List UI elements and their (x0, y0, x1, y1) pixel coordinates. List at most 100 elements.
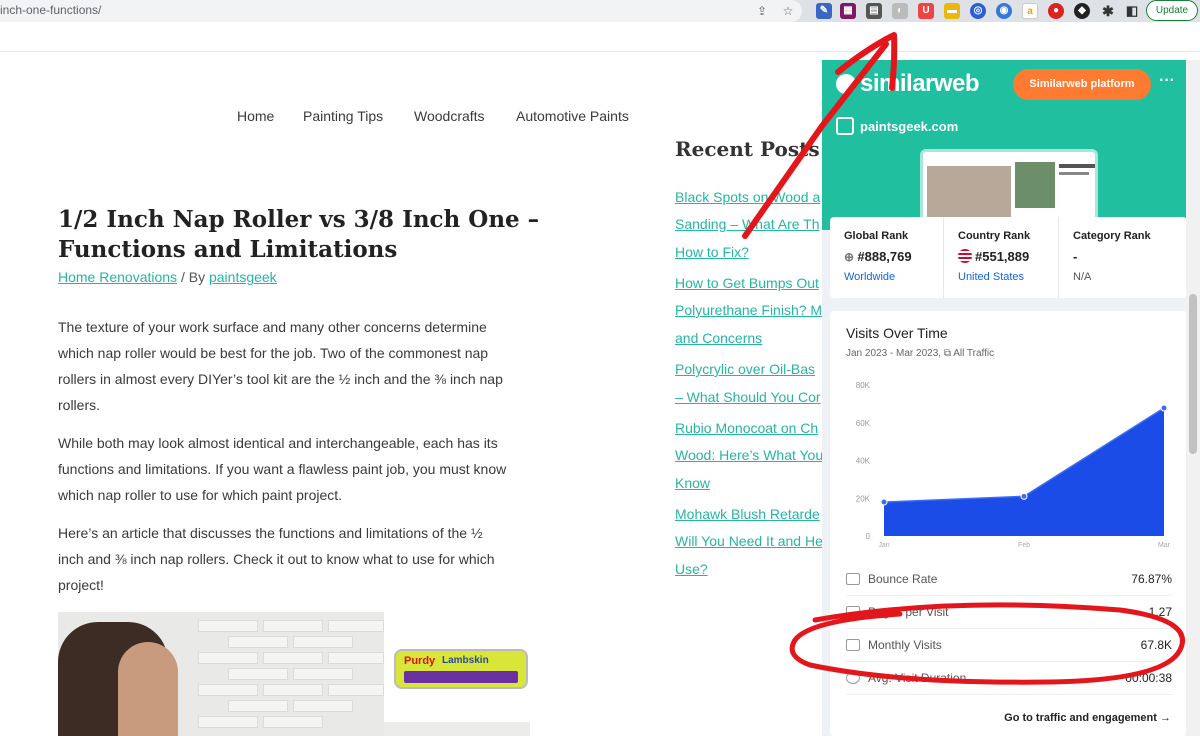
update-button[interactable]: Update (1146, 0, 1198, 21)
trend-icon (846, 573, 860, 585)
rank-sub: N/A (1073, 271, 1092, 283)
similarweb-extension-icon[interactable]: ◐ (892, 3, 908, 19)
rank-sub-link[interactable]: United States (958, 271, 1024, 283)
metric-bounce-rate: Bounce Rate 76.87% (846, 566, 1172, 596)
extension-icon-5[interactable]: ▬ (944, 3, 960, 19)
x-tick-label: Mar (1158, 542, 1171, 549)
similarweb-header: similarweb Similarweb platform ··· paint… (822, 60, 1200, 230)
visits-date-range: Jan 2023 - Mar 2023, (846, 348, 942, 359)
us-flag-icon (958, 249, 972, 263)
recent-post-link[interactable]: Know (675, 475, 710, 491)
recent-post-link[interactable]: Mohawk Blush Retarde (675, 506, 820, 522)
recent-post-link[interactable]: Polyurethane Finish? M (675, 302, 822, 318)
recent-post-link[interactable]: Rubio Monocoat on Ch (675, 420, 818, 436)
paragraph-line: functions and limitations. If you want a… (58, 461, 507, 477)
extension-icon-6[interactable]: ◎ (970, 3, 986, 19)
nav-item-woodcrafts[interactable]: Woodcrafts (414, 108, 485, 124)
recent-post-link[interactable]: How to Fix? (675, 244, 749, 260)
brick (228, 668, 288, 680)
brick (263, 620, 323, 632)
category-rank: Category Rank - N/A (1058, 217, 1187, 298)
thumbnail-image (1015, 162, 1055, 208)
traffic-filter[interactable]: All Traffic (953, 348, 994, 359)
paragraph-line: which nap roller would be best for the j… (58, 345, 489, 361)
extension-icon-9[interactable]: ● (1048, 3, 1064, 19)
url-text[interactable]: inch-one-functions/ (0, 3, 101, 17)
metric-avg-visit-duration: Avg. Visit Duration 00:00:38 (846, 665, 1172, 695)
scrollbar[interactable] (1186, 60, 1200, 736)
article-meta: Home Renovations / By paintsgeek (58, 269, 277, 285)
similarweb-logo-icon (836, 74, 856, 94)
brick (328, 684, 384, 696)
rank-sub-link[interactable]: Worldwide (844, 271, 895, 283)
brick (328, 620, 384, 632)
similarweb-logo-text: similarweb (860, 70, 980, 97)
roller-name: Lambskin (442, 655, 489, 666)
extension-icon-u[interactable]: U (918, 3, 934, 19)
article-paragraph: The texture of your work surface and man… (58, 314, 538, 418)
recent-post-link[interactable]: Sanding – What Are Th (675, 216, 820, 232)
metric-value: 00:00:38 (1125, 671, 1172, 685)
recent-posts-heading: Recent Posts (675, 137, 820, 161)
traffic-engagement-link[interactable]: Go to traffic and engagement → (1004, 712, 1171, 724)
recent-post-link[interactable]: Polycrylic over Oil-Bas (675, 361, 815, 377)
paragraph-line: rollers in almost every DIYer’s tool kit… (58, 371, 503, 387)
global-rank: Global Rank ⊕ #888,769 Worldwide (830, 217, 943, 298)
brick (228, 700, 288, 712)
similarweb-logo: similarweb (836, 70, 980, 98)
recent-post-link[interactable]: Wood: Here’s What You (675, 447, 823, 463)
extension-icon-10[interactable]: ◆ (1074, 3, 1090, 19)
nav-item-automotive-paints[interactable]: Automotive Paints (516, 108, 629, 124)
x-tick-label: Feb (1018, 542, 1030, 549)
amazon-extension-icon[interactable]: a (1022, 3, 1038, 19)
paragraph-line: project! (58, 577, 104, 593)
ranks-card: Global Rank ⊕ #888,769 Worldwide Country… (830, 217, 1187, 298)
traffic-filter-icon: ⧉ (943, 348, 951, 359)
visits-area (884, 408, 1164, 536)
more-options-icon[interactable]: ··· (1159, 72, 1175, 90)
metric-label: Avg. Visit Duration (868, 671, 967, 685)
y-tick-label: 20K (856, 494, 871, 503)
article-title-line: Functions and Limitations (58, 236, 398, 263)
rank-label: Country Rank (958, 230, 1031, 242)
author-link[interactable]: paintsgeek (209, 269, 277, 285)
paragraph-line: rollers. (58, 397, 101, 413)
similarweb-platform-button[interactable]: Similarweb platform (1013, 69, 1151, 100)
scrollbar-thumb[interactable] (1189, 294, 1197, 454)
visits-range: Jan 2023 - Mar 2023, ⧉ All Traffic (846, 348, 994, 359)
address-bar[interactable]: inch-one-functions/ ⇪ ☆ (0, 0, 802, 22)
extension-icon-3[interactable]: ▤ (866, 3, 882, 19)
roller-product-image: Purdy Lambskin (394, 649, 528, 689)
recent-post-link[interactable]: – What Should You Cor (675, 389, 821, 405)
recent-post-link[interactable]: How to Get Bumps Out (675, 275, 819, 291)
recent-post-link[interactable]: Will You Need It and He (675, 533, 823, 549)
recent-post-link[interactable]: and Concerns (675, 330, 762, 346)
data-point (1020, 492, 1028, 500)
bookmark-star-icon[interactable]: ☆ (780, 3, 796, 19)
calendar-icon (846, 639, 860, 651)
metric-label: Bounce Rate (868, 572, 938, 586)
category-link[interactable]: Home Renovations (58, 269, 177, 285)
metric-monthly-visits: Monthly Visits 67.8K (846, 632, 1172, 662)
article-title-line: 1/2 Inch Nap Roller vs 3/8 Inch One – (58, 206, 540, 233)
brick (198, 620, 258, 632)
recent-post-link[interactable]: Black Spots on Wood a (675, 189, 820, 205)
thumbnail-text (1059, 164, 1095, 168)
puzzle-extensions-icon[interactable]: ✱ (1100, 3, 1116, 19)
metric-label: Pages per Visit (868, 605, 949, 619)
y-tick-label: 0 (866, 532, 871, 541)
rank-value-text: #888,769 (857, 249, 912, 264)
extension-icon-2[interactable]: ▦ (840, 3, 856, 19)
extension-icon-1[interactable]: ✎ (816, 3, 832, 19)
nav-item-painting-tips[interactable]: Painting Tips (303, 108, 383, 124)
nav-item-home[interactable]: Home (237, 108, 274, 124)
visits-title: Visits Over Time (846, 325, 948, 341)
thumbnail-text (1059, 172, 1089, 175)
brick (328, 652, 384, 664)
share-icon[interactable]: ⇪ (754, 3, 770, 19)
extension-icon-7[interactable]: ◉ (996, 3, 1012, 19)
brick (228, 636, 288, 648)
brick (263, 716, 323, 728)
recent-post-link[interactable]: Use? (675, 561, 708, 577)
brick (263, 652, 323, 664)
